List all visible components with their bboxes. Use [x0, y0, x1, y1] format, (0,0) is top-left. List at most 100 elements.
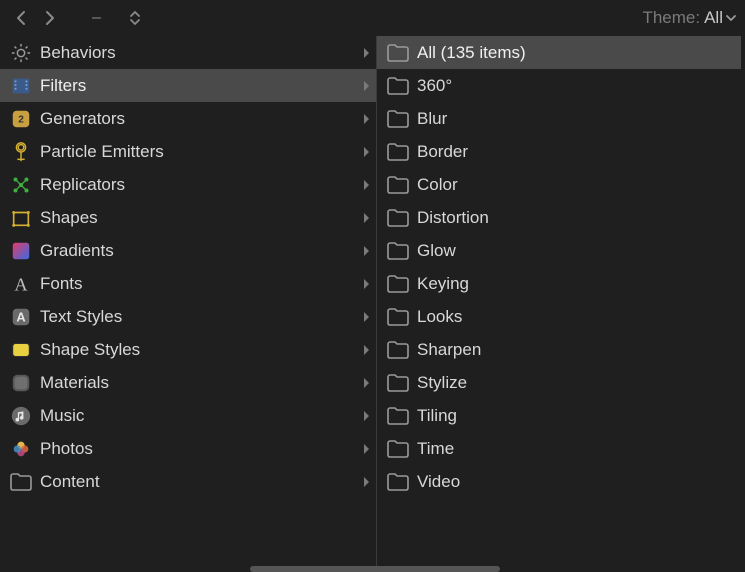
shapestyles-icon: [8, 337, 34, 363]
chevron-right-icon: [362, 146, 370, 158]
category-row[interactable]: Particle Emitters: [0, 135, 376, 168]
folder-icon: [385, 271, 411, 297]
subcategory-row[interactable]: Looks: [377, 300, 741, 333]
subcategory-label: Time: [417, 439, 735, 459]
chevron-right-icon: [362, 80, 370, 92]
theme-value[interactable]: All: [704, 8, 723, 28]
subcategory-label: 360°: [417, 76, 735, 96]
subcategory-label: All (135 items): [417, 43, 735, 63]
category-column: Behaviors Filters2Generators Particle Emit…: [0, 36, 377, 572]
category-label: Text Styles: [40, 307, 362, 327]
photos-icon: [8, 436, 34, 462]
subcategory-label: Distortion: [417, 208, 735, 228]
category-label: Materials: [40, 373, 362, 393]
theme-label: Theme:: [642, 8, 700, 28]
subcategory-row[interactable]: Color: [377, 168, 741, 201]
subcategory-row[interactable]: Time: [377, 432, 741, 465]
fonts-icon: A: [8, 271, 34, 297]
chevron-right-icon: [362, 278, 370, 290]
generator-icon: 2: [8, 106, 34, 132]
category-row[interactable]: Shapes: [0, 201, 376, 234]
toolbar: – Theme: All: [0, 0, 745, 36]
stepper[interactable]: [129, 9, 141, 27]
folder-icon: [385, 73, 411, 99]
category-label: Behaviors: [40, 43, 362, 63]
path-separator: –: [92, 9, 101, 27]
chevron-right-icon: [362, 344, 370, 356]
chevron-right-icon: [362, 245, 370, 257]
replicator-icon: [8, 172, 34, 198]
category-row[interactable]: Music: [0, 399, 376, 432]
category-row[interactable]: A Fonts: [0, 267, 376, 300]
category-row[interactable]: Shape Styles: [0, 333, 376, 366]
folder-icon: [8, 469, 34, 495]
folder-icon: [385, 403, 411, 429]
category-label: Shapes: [40, 208, 362, 228]
subcategory-row[interactable]: 360°: [377, 69, 741, 102]
nav-forward-button[interactable]: [38, 6, 62, 30]
folder-icon: [385, 238, 411, 264]
folder-icon: [385, 304, 411, 330]
category-row[interactable]: Behaviors: [0, 36, 376, 69]
folder-icon: [385, 139, 411, 165]
category-label: Music: [40, 406, 362, 426]
folder-icon: [385, 469, 411, 495]
category-row[interactable]: Materials: [0, 366, 376, 399]
folder-icon: [385, 172, 411, 198]
shapes-icon: [8, 205, 34, 231]
subcategory-row[interactable]: Distortion: [377, 201, 741, 234]
subcategory-label: Looks: [417, 307, 735, 327]
subcategory-row[interactable]: Video: [377, 465, 741, 498]
category-label: Replicators: [40, 175, 362, 195]
category-row[interactable]: Filters: [0, 69, 376, 102]
subcategory-row[interactable]: Sharpen: [377, 333, 741, 366]
folder-icon: [385, 106, 411, 132]
folder-icon: [385, 436, 411, 462]
music-icon: [8, 403, 34, 429]
subcategory-row[interactable]: Glow: [377, 234, 741, 267]
chevron-right-icon: [362, 113, 370, 125]
subcategory-row[interactable]: Border: [377, 135, 741, 168]
subcategory-label: Color: [417, 175, 735, 195]
chevron-right-icon: [362, 47, 370, 59]
folder-icon: [385, 370, 411, 396]
category-row[interactable]: Photos: [0, 432, 376, 465]
subcategory-column: All (135 items) 360° Blur Border Color Distor…: [377, 36, 741, 572]
chevron-right-icon: [362, 311, 370, 323]
category-row[interactable]: A Text Styles: [0, 300, 376, 333]
category-label: Particle Emitters: [40, 142, 362, 162]
subcategory-label: Keying: [417, 274, 735, 294]
subcategory-label: Sharpen: [417, 340, 735, 360]
chevron-right-icon: [362, 476, 370, 488]
subcategory-row[interactable]: Blur: [377, 102, 741, 135]
category-row[interactable]: Content: [0, 465, 376, 498]
chevron-right-icon: [362, 443, 370, 455]
category-row[interactable]: Replicators: [0, 168, 376, 201]
subcategory-row[interactable]: Keying: [377, 267, 741, 300]
filmstrip-icon: [8, 73, 34, 99]
folder-icon: [385, 40, 411, 66]
chevron-right-icon: [362, 377, 370, 389]
category-label: Gradients: [40, 241, 362, 261]
svg-text:2: 2: [18, 114, 24, 125]
category-row[interactable]: 2Generators: [0, 102, 376, 135]
category-label: Fonts: [40, 274, 362, 294]
category-label: Content: [40, 472, 362, 492]
chevron-right-icon: [362, 410, 370, 422]
chevron-right-icon: [362, 212, 370, 224]
category-row[interactable]: Gradients: [0, 234, 376, 267]
category-label: Photos: [40, 439, 362, 459]
gear-icon: [8, 40, 34, 66]
subcategory-label: Border: [417, 142, 735, 162]
textstyles-icon: A: [8, 304, 34, 330]
horizontal-scrollbar[interactable]: [250, 566, 500, 572]
folder-icon: [385, 205, 411, 231]
subcategory-row[interactable]: Stylize: [377, 366, 741, 399]
nav-back-button[interactable]: [8, 6, 32, 30]
subcategory-label: Video: [417, 472, 735, 492]
subcategory-label: Blur: [417, 109, 735, 129]
subcategory-label: Glow: [417, 241, 735, 261]
theme-dropdown-caret[interactable]: [725, 8, 737, 28]
subcategory-row[interactable]: Tiling: [377, 399, 741, 432]
subcategory-row[interactable]: All (135 items): [377, 36, 741, 69]
